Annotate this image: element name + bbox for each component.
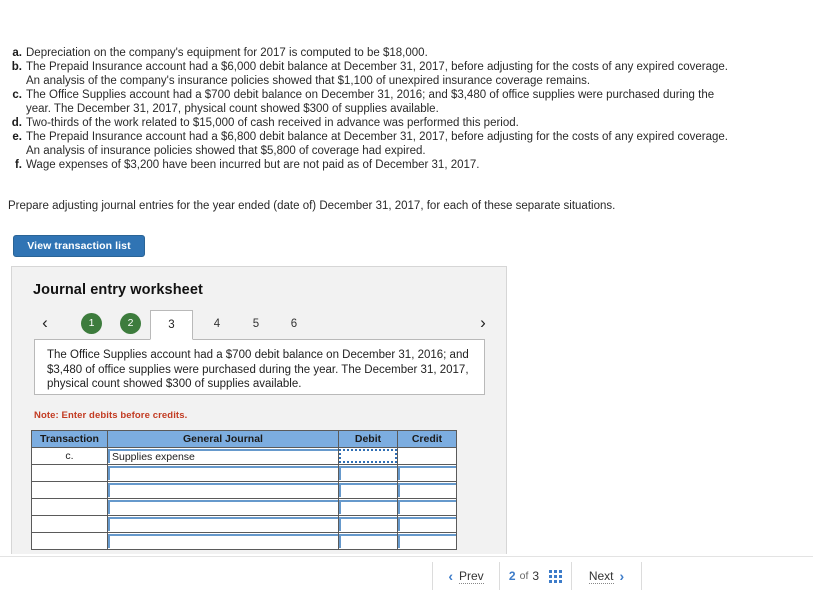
- current-page-number: 2: [508, 569, 516, 583]
- table-header-row: Transaction General Journal Debit Credit: [31, 430, 457, 448]
- worksheet-tab-4[interactable]: 4: [206, 310, 228, 338]
- table-row: [31, 532, 457, 550]
- table-row: [31, 515, 457, 533]
- page-indicator: 2 of 3: [500, 562, 572, 590]
- cell-debit[interactable]: [339, 466, 397, 480]
- pagination-bar: ‹ Prev 2 of 3 Next ›: [432, 557, 813, 595]
- chevron-right-icon: ›: [619, 568, 625, 584]
- pagination-tail-spacer: [642, 562, 813, 590]
- worksheet-tab-6[interactable]: 6: [283, 310, 305, 338]
- column-header-transaction: Transaction: [31, 430, 108, 448]
- table-row: [31, 498, 457, 516]
- grid-view-icon[interactable]: [549, 569, 563, 583]
- table-row: [31, 481, 457, 499]
- cell-debit[interactable]: [339, 517, 397, 531]
- cell-debit[interactable]: [339, 500, 397, 514]
- problem-item-text: Wage expenses of $3,200 have been incurr…: [26, 159, 480, 171]
- problem-item: d. Two-thirds of the work related to $15…: [0, 116, 740, 130]
- column-header-general-journal: General Journal: [107, 430, 339, 448]
- cell-debit[interactable]: [339, 483, 397, 497]
- cell-transaction[interactable]: c.: [31, 447, 108, 465]
- chevron-left-icon: ‹: [448, 568, 453, 584]
- worksheet-tab-2[interactable]: 2: [120, 313, 141, 334]
- cell-debit[interactable]: [339, 449, 397, 463]
- next-page-button[interactable]: Next ›: [572, 562, 642, 590]
- cell-transaction[interactable]: [31, 515, 108, 533]
- cell-credit[interactable]: [398, 517, 456, 531]
- worksheet-tab-strip: ‹ 1 2 3 4 5 6 ›: [26, 310, 494, 340]
- cell-credit[interactable]: [398, 483, 456, 497]
- column-header-debit: Debit: [338, 430, 398, 448]
- problem-statement-list: a. Depreciation on the company's equipme…: [0, 46, 740, 172]
- cell-credit[interactable]: [398, 449, 456, 463]
- problem-item-letter: d.: [11, 117, 22, 129]
- problem-item: b. The Prepaid Insurance account had a $…: [0, 60, 740, 88]
- cell-transaction[interactable]: [31, 481, 108, 499]
- column-header-credit: Credit: [397, 430, 457, 448]
- next-page-label: Next: [588, 568, 614, 584]
- journal-entry-table: Transaction General Journal Debit Credit…: [31, 430, 457, 550]
- problem-item-letter: e.: [12, 131, 22, 143]
- cell-general-journal[interactable]: [108, 517, 338, 531]
- debits-before-credits-note: Note: Enter debits before credits.: [34, 410, 188, 421]
- table-row: c. Supplies expense: [31, 447, 457, 465]
- table-row: [31, 464, 457, 482]
- problem-item: f. Wage expenses of $3,200 have been inc…: [0, 158, 740, 172]
- page-of-label: of: [519, 570, 529, 582]
- journal-entry-worksheet-panel: Journal entry worksheet ‹ 1 2 3 4 5 6 › …: [11, 266, 507, 554]
- problem-item: c. The Office Supplies account had a $70…: [0, 88, 740, 116]
- prev-page-label: Prev: [458, 568, 484, 584]
- problem-item-text: The Prepaid Insurance account had a $6,0…: [26, 61, 728, 87]
- cell-general-journal[interactable]: [108, 483, 338, 497]
- cell-general-journal[interactable]: [108, 534, 338, 548]
- worksheet-tab-1[interactable]: 1: [81, 313, 102, 334]
- cell-transaction[interactable]: [31, 498, 108, 516]
- worksheet-tab-3[interactable]: 3: [150, 310, 193, 340]
- problem-item: e. The Prepaid Insurance account had a $…: [0, 130, 740, 158]
- cell-general-journal[interactable]: [108, 466, 338, 480]
- worksheet-tab-5[interactable]: 5: [245, 310, 267, 338]
- cell-transaction[interactable]: [31, 532, 108, 550]
- worksheet-tab-content: The Office Supplies account had a $700 d…: [34, 339, 485, 395]
- cell-general-journal[interactable]: [108, 500, 338, 514]
- cell-general-journal[interactable]: Supplies expense: [108, 449, 338, 463]
- cell-debit[interactable]: [339, 534, 397, 548]
- problem-item-letter: a.: [12, 47, 22, 59]
- problem-item-letter: f.: [14, 159, 22, 171]
- prev-page-button[interactable]: ‹ Prev: [432, 562, 500, 590]
- total-pages-number: 3: [532, 569, 540, 583]
- problem-item: a. Depreciation on the company's equipme…: [0, 46, 740, 60]
- chevron-right-icon[interactable]: ›: [472, 310, 494, 338]
- problem-item-text: Two-thirds of the work related to $15,00…: [26, 117, 519, 129]
- cell-credit[interactable]: [398, 534, 456, 548]
- cell-credit[interactable]: [398, 500, 456, 514]
- problem-item-letter: b.: [11, 61, 22, 73]
- cell-credit[interactable]: [398, 466, 456, 480]
- problem-item-text: Depreciation on the company's equipment …: [26, 47, 428, 59]
- problem-item-text: The Prepaid Insurance account had a $6,8…: [26, 131, 728, 157]
- view-transaction-list-button[interactable]: View transaction list: [13, 235, 145, 257]
- worksheet-title: Journal entry worksheet: [33, 282, 203, 298]
- chevron-left-icon[interactable]: ‹: [34, 310, 56, 338]
- problem-item-letter: c.: [12, 89, 22, 101]
- cell-transaction[interactable]: [31, 464, 108, 482]
- problem-item-text: The Office Supplies account had a $700 d…: [26, 89, 715, 115]
- problem-instruction: Prepare adjusting journal entries for th…: [8, 200, 616, 212]
